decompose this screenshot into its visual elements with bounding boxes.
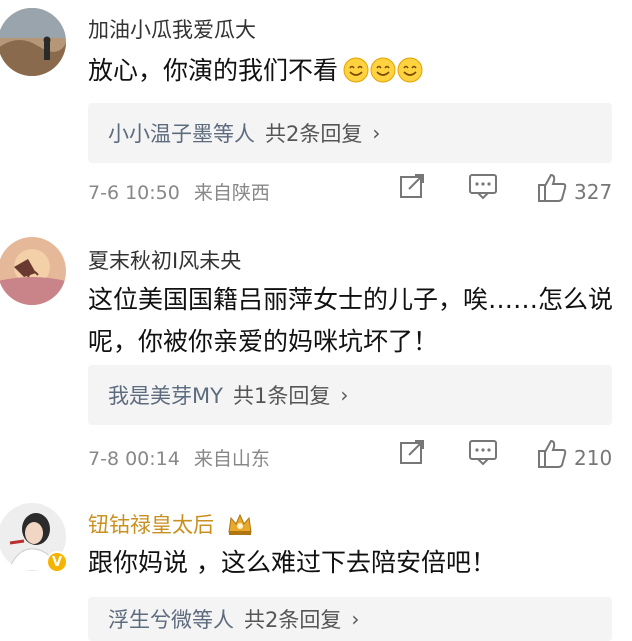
username[interactable]: 夏末秋初I风未央 [88, 245, 241, 275]
share-icon[interactable] [398, 172, 426, 200]
avatar[interactable] [0, 237, 66, 305]
comment-text: 这位美国国籍吕丽萍女士的儿子，唉……怎么说呢，你被你亲爱的妈咪坑坏了！ [88, 285, 614, 356]
reply-summary[interactable]: 浮生兮微等人 共2条回复 › [88, 597, 612, 641]
reply-count: 共1条回复 [232, 384, 331, 408]
timestamp: 7-8 00:14 [88, 448, 180, 470]
crown-badge-icon [228, 513, 252, 535]
like-count: 327 [574, 180, 613, 204]
action-bar: 210 [394, 438, 624, 478]
smile-emoji-icon [397, 57, 423, 83]
chevron-right-icon: › [340, 383, 349, 407]
action-bar: 327 [394, 172, 624, 212]
reply-count: 共2条回复 [244, 608, 342, 632]
thumbs-up-icon[interactable] [536, 438, 568, 470]
comment-item: V 钮钴禄皇太后 跟你妈说 ，这么难过下去陪安倍吧！ 浮生兮微等人 共2条回复 … [0, 485, 632, 641]
chevron-right-icon: › [372, 121, 381, 145]
comment-text: 跟你妈说 ，这么难过下去陪安倍吧！ [88, 548, 496, 577]
thumbs-up-icon[interactable] [536, 172, 568, 204]
like-count: 210 [574, 446, 613, 470]
emoji-row [342, 56, 423, 85]
comment-text: 放心，你演的我们不看 [88, 50, 618, 92]
comment-meta: 7-8 00:14 来自山东 [88, 444, 270, 471]
avatar[interactable] [0, 8, 66, 76]
verified-badge: V [46, 551, 68, 573]
reply-count: 共2条回复 [265, 122, 363, 146]
share-icon[interactable] [398, 438, 426, 466]
smile-emoji-icon [343, 57, 369, 83]
username[interactable]: 加油小瓜我爱瓜大 [88, 14, 256, 44]
location: 来自山东 [193, 448, 270, 470]
comment-icon[interactable] [468, 172, 498, 200]
location: 来自陕西 [193, 182, 270, 204]
smile-emoji-icon [370, 57, 396, 83]
chevron-right-icon: › [351, 607, 360, 631]
reply-summary[interactable]: 我是美芽MY 共1条回复 › [88, 365, 612, 425]
reply-names: 小小温子墨等人 [108, 122, 255, 146]
reply-summary[interactable]: 小小温子墨等人 共2条回复 › [88, 103, 612, 163]
reply-names: 我是美芽MY [108, 384, 223, 408]
reply-names: 浮生兮微等人 [108, 608, 234, 632]
username-text: 钮钴禄皇太后 [88, 513, 214, 537]
comment-meta: 7-6 10:50 来自陕西 [88, 178, 270, 205]
comment-item: 加油小瓜我爱瓜大 放心，你演的我们不看 小小温子墨等人 共2条回复 › 7-6 … [0, 0, 632, 225]
username[interactable]: 钮钴禄皇太后 [88, 509, 253, 539]
comment-icon[interactable] [468, 438, 498, 466]
timestamp: 7-6 10:50 [88, 182, 180, 204]
comment-text-content: 放心，你演的我们不看 [88, 56, 339, 85]
comment-item: 夏末秋初I风未央 这位美国国籍吕丽萍女士的儿子，唉……怎么说呢，你被你亲爱的妈咪… [0, 225, 632, 485]
